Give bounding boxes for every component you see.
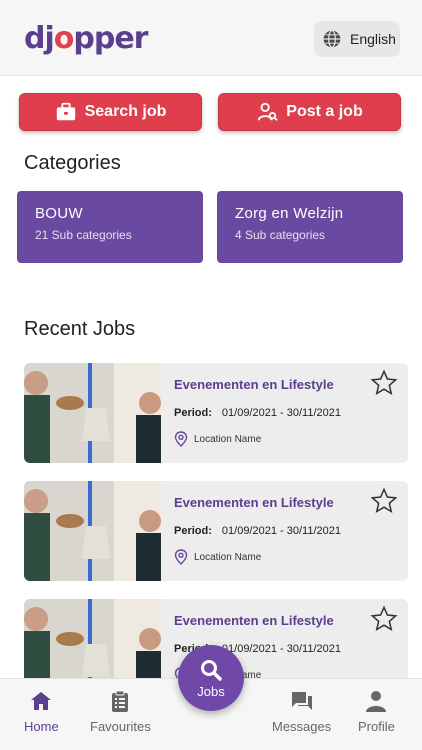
action-buttons: Search job Post a job: [19, 93, 401, 131]
period-value: 01/09/2021 - 30/11/2021: [221, 407, 341, 419]
job-card[interactable]: Evenementen en Lifestyle Period: 01/09/2…: [24, 481, 408, 581]
category-subcount: 21 Sub categories: [35, 228, 132, 242]
category-name: Zorg en Welzijn: [235, 205, 344, 222]
categories-carousel[interactable]: BOUW 21 Sub categories Zorg en Welzijn 4…: [17, 191, 422, 263]
job-title: Evenementen en Lifestyle: [174, 495, 334, 510]
category-name: BOUW: [35, 205, 83, 222]
job-title: Evenementen en Lifestyle: [174, 377, 334, 392]
job-period: Period: 01/09/2021 - 30/11/2021: [174, 525, 341, 537]
nav-profile-label: Profile: [358, 719, 395, 734]
nav-messages[interactable]: Messages: [272, 689, 331, 734]
post-job-label: Post a job: [286, 103, 363, 120]
globe-icon: [323, 30, 341, 48]
post-job-button[interactable]: Post a job: [218, 93, 401, 131]
location-pin-icon: [174, 549, 188, 565]
location-name: Location Name: [194, 433, 262, 445]
language-selector-button[interactable]: English: [314, 21, 400, 57]
search-job-button[interactable]: Search job: [19, 93, 202, 131]
nav-home-label: Home: [24, 719, 59, 734]
job-photo: [24, 363, 161, 463]
clipboard-icon: [112, 690, 129, 712]
category-card[interactable]: BOUW 21 Sub categories: [17, 191, 203, 263]
job-location: Location Name: [174, 431, 261, 447]
categories-heading: Categories: [24, 152, 121, 174]
nav-home[interactable]: Home: [24, 689, 59, 734]
star-icon[interactable]: [370, 487, 398, 515]
job-period: Period: 01/09/2021 - 30/11/2021: [174, 407, 341, 419]
language-label: English: [350, 31, 396, 47]
category-subcount: 4 Sub categories: [235, 228, 326, 242]
category-card[interactable]: Zorg en Welzijn 4 Sub categories: [217, 191, 403, 263]
job-title: Evenementen en Lifestyle: [174, 613, 334, 628]
briefcase-icon: [56, 102, 75, 121]
location-pin-icon: [174, 431, 188, 447]
job-card[interactable]: Evenementen en Lifestyle Period: 01/09/2…: [24, 363, 408, 463]
nav-messages-label: Messages: [272, 719, 332, 734]
job-photo: [24, 481, 161, 581]
period-label: Period:: [174, 407, 212, 419]
app-header: djopper English: [0, 0, 422, 76]
chat-icon: [291, 692, 312, 710]
recent-jobs-heading: Recent Jobs: [24, 318, 136, 340]
search-job-label: Search job: [84, 103, 167, 120]
search-icon: [201, 659, 222, 681]
home-icon: [31, 692, 52, 710]
djopper-logo: djopper: [24, 20, 148, 56]
jobs-fab-button[interactable]: Jobs: [178, 645, 244, 711]
period-value: 01/09/2021 - 30/11/2021: [221, 643, 341, 655]
nav-profile[interactable]: Profile: [358, 689, 395, 734]
star-icon[interactable]: [370, 605, 398, 633]
period-value: 01/09/2021 - 30/11/2021: [221, 525, 341, 537]
nav-favourites-label: Favourites: [90, 719, 151, 734]
nav-favourites[interactable]: Favourites: [90, 689, 151, 734]
jobs-fab-label: Jobs: [197, 683, 225, 699]
user-tie-icon: [258, 102, 278, 121]
period-label: Period:: [174, 525, 212, 537]
job-location: Location Name: [174, 549, 261, 565]
star-icon[interactable]: [370, 369, 398, 397]
location-name: Location Name: [194, 551, 262, 563]
user-icon: [366, 691, 387, 712]
